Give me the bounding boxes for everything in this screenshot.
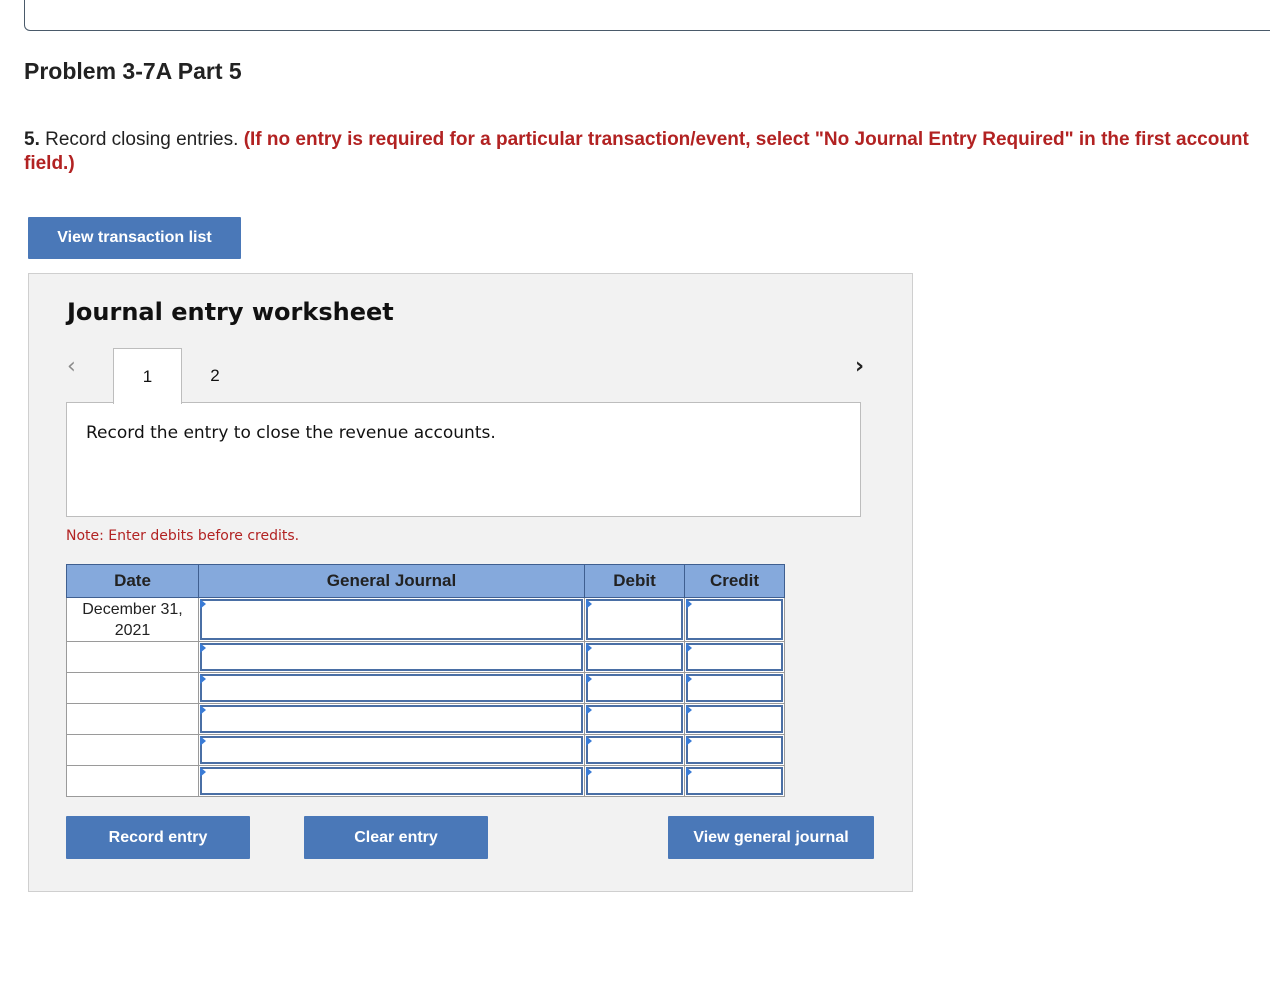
account-input[interactable] bbox=[200, 599, 583, 640]
debit-cell[interactable] bbox=[584, 734, 685, 766]
table-row bbox=[66, 765, 785, 797]
credit-input[interactable] bbox=[686, 736, 783, 764]
credit-input[interactable] bbox=[686, 705, 783, 733]
dropdown-arrow-icon bbox=[586, 736, 592, 746]
table-row bbox=[66, 703, 785, 735]
debits-note: Note: Enter debits before credits. bbox=[66, 528, 300, 544]
top-frame bbox=[24, 0, 1270, 31]
credit-cell[interactable] bbox=[684, 597, 785, 642]
date-cell: December 31, 2021 bbox=[66, 597, 199, 642]
table-row: December 31, 2021 bbox=[66, 597, 785, 642]
page-title: Problem 3-7A Part 5 bbox=[24, 58, 242, 84]
credit-cell[interactable] bbox=[684, 703, 785, 735]
debit-input[interactable] bbox=[586, 599, 683, 640]
dropdown-arrow-icon bbox=[200, 643, 206, 653]
dropdown-arrow-icon bbox=[586, 599, 592, 609]
account-input[interactable] bbox=[200, 643, 583, 671]
dropdown-arrow-icon bbox=[200, 674, 206, 684]
instruction-number: 5. bbox=[24, 129, 40, 150]
debit-input[interactable] bbox=[586, 674, 683, 702]
dropdown-arrow-icon bbox=[200, 599, 206, 609]
view-general-journal-button[interactable]: View general journal bbox=[668, 816, 874, 859]
account-input[interactable] bbox=[200, 705, 583, 733]
dropdown-arrow-icon bbox=[686, 736, 692, 746]
debit-input[interactable] bbox=[586, 705, 683, 733]
debit-input[interactable] bbox=[586, 767, 683, 795]
tab-1[interactable]: 1 bbox=[113, 348, 182, 404]
date-cell bbox=[66, 765, 199, 797]
general-journal-header: General Journal bbox=[198, 564, 585, 598]
entry-description: Record the entry to close the revenue ac… bbox=[86, 423, 496, 443]
worksheet-title: Journal entry worksheet bbox=[67, 298, 394, 326]
credit-cell[interactable] bbox=[684, 765, 785, 797]
dropdown-arrow-icon bbox=[586, 643, 592, 653]
entry-description-box: Record the entry to close the revenue ac… bbox=[66, 402, 861, 517]
account-cell[interactable] bbox=[198, 672, 585, 704]
debit-cell[interactable] bbox=[584, 703, 685, 735]
chevron-left-icon[interactable]: ‹ bbox=[67, 354, 76, 379]
dropdown-arrow-icon bbox=[200, 736, 206, 746]
account-input[interactable] bbox=[200, 767, 583, 795]
credit-input[interactable] bbox=[686, 599, 783, 640]
credit-input[interactable] bbox=[686, 674, 783, 702]
dropdown-arrow-icon bbox=[586, 705, 592, 715]
instructions: 5. Record closing entries. (If no entry … bbox=[24, 128, 1254, 176]
date-cell bbox=[66, 703, 199, 735]
debit-cell[interactable] bbox=[584, 672, 685, 704]
table-row bbox=[66, 734, 785, 766]
date-cell bbox=[66, 672, 199, 704]
debit-input[interactable] bbox=[586, 736, 683, 764]
account-cell[interactable] bbox=[198, 734, 585, 766]
credit-input[interactable] bbox=[686, 643, 783, 671]
debit-cell[interactable] bbox=[584, 597, 685, 642]
dropdown-arrow-icon bbox=[686, 599, 692, 609]
credit-cell[interactable] bbox=[684, 672, 785, 704]
table-row bbox=[66, 672, 785, 704]
account-cell[interactable] bbox=[198, 597, 585, 642]
dropdown-arrow-icon bbox=[200, 767, 206, 777]
instruction-text: Record closing entries. bbox=[39, 129, 244, 150]
table-row bbox=[66, 641, 785, 673]
table-header-row: Date General Journal Debit Credit bbox=[66, 564, 785, 598]
credit-input[interactable] bbox=[686, 767, 783, 795]
account-cell[interactable] bbox=[198, 765, 585, 797]
account-input[interactable] bbox=[200, 736, 583, 764]
credit-header: Credit bbox=[684, 564, 785, 598]
record-entry-button[interactable]: Record entry bbox=[66, 816, 250, 859]
dropdown-arrow-icon bbox=[586, 674, 592, 684]
dropdown-arrow-icon bbox=[686, 674, 692, 684]
credit-cell[interactable] bbox=[684, 641, 785, 673]
journal-entry-worksheet-panel: Journal entry worksheet ‹ 1 2 › Record t… bbox=[28, 273, 913, 892]
view-transaction-list-button[interactable]: View transaction list bbox=[28, 217, 241, 259]
tab-2[interactable]: 2 bbox=[189, 348, 241, 403]
dropdown-arrow-icon bbox=[686, 643, 692, 653]
clear-entry-button[interactable]: Clear entry bbox=[304, 816, 488, 859]
chevron-right-icon[interactable]: › bbox=[855, 354, 864, 379]
dropdown-arrow-icon bbox=[686, 705, 692, 715]
debit-header: Debit bbox=[584, 564, 685, 598]
account-input[interactable] bbox=[200, 674, 583, 702]
date-cell bbox=[66, 641, 199, 673]
dropdown-arrow-icon bbox=[200, 705, 206, 715]
debit-cell[interactable] bbox=[584, 765, 685, 797]
date-header: Date bbox=[66, 564, 199, 598]
dropdown-arrow-icon bbox=[686, 767, 692, 777]
account-cell[interactable] bbox=[198, 641, 585, 673]
debit-input[interactable] bbox=[586, 643, 683, 671]
date-cell bbox=[66, 734, 199, 766]
debit-cell[interactable] bbox=[584, 641, 685, 673]
credit-cell[interactable] bbox=[684, 734, 785, 766]
journal-table: Date General Journal Debit Credit Decemb… bbox=[66, 564, 785, 797]
dropdown-arrow-icon bbox=[586, 767, 592, 777]
account-cell[interactable] bbox=[198, 703, 585, 735]
